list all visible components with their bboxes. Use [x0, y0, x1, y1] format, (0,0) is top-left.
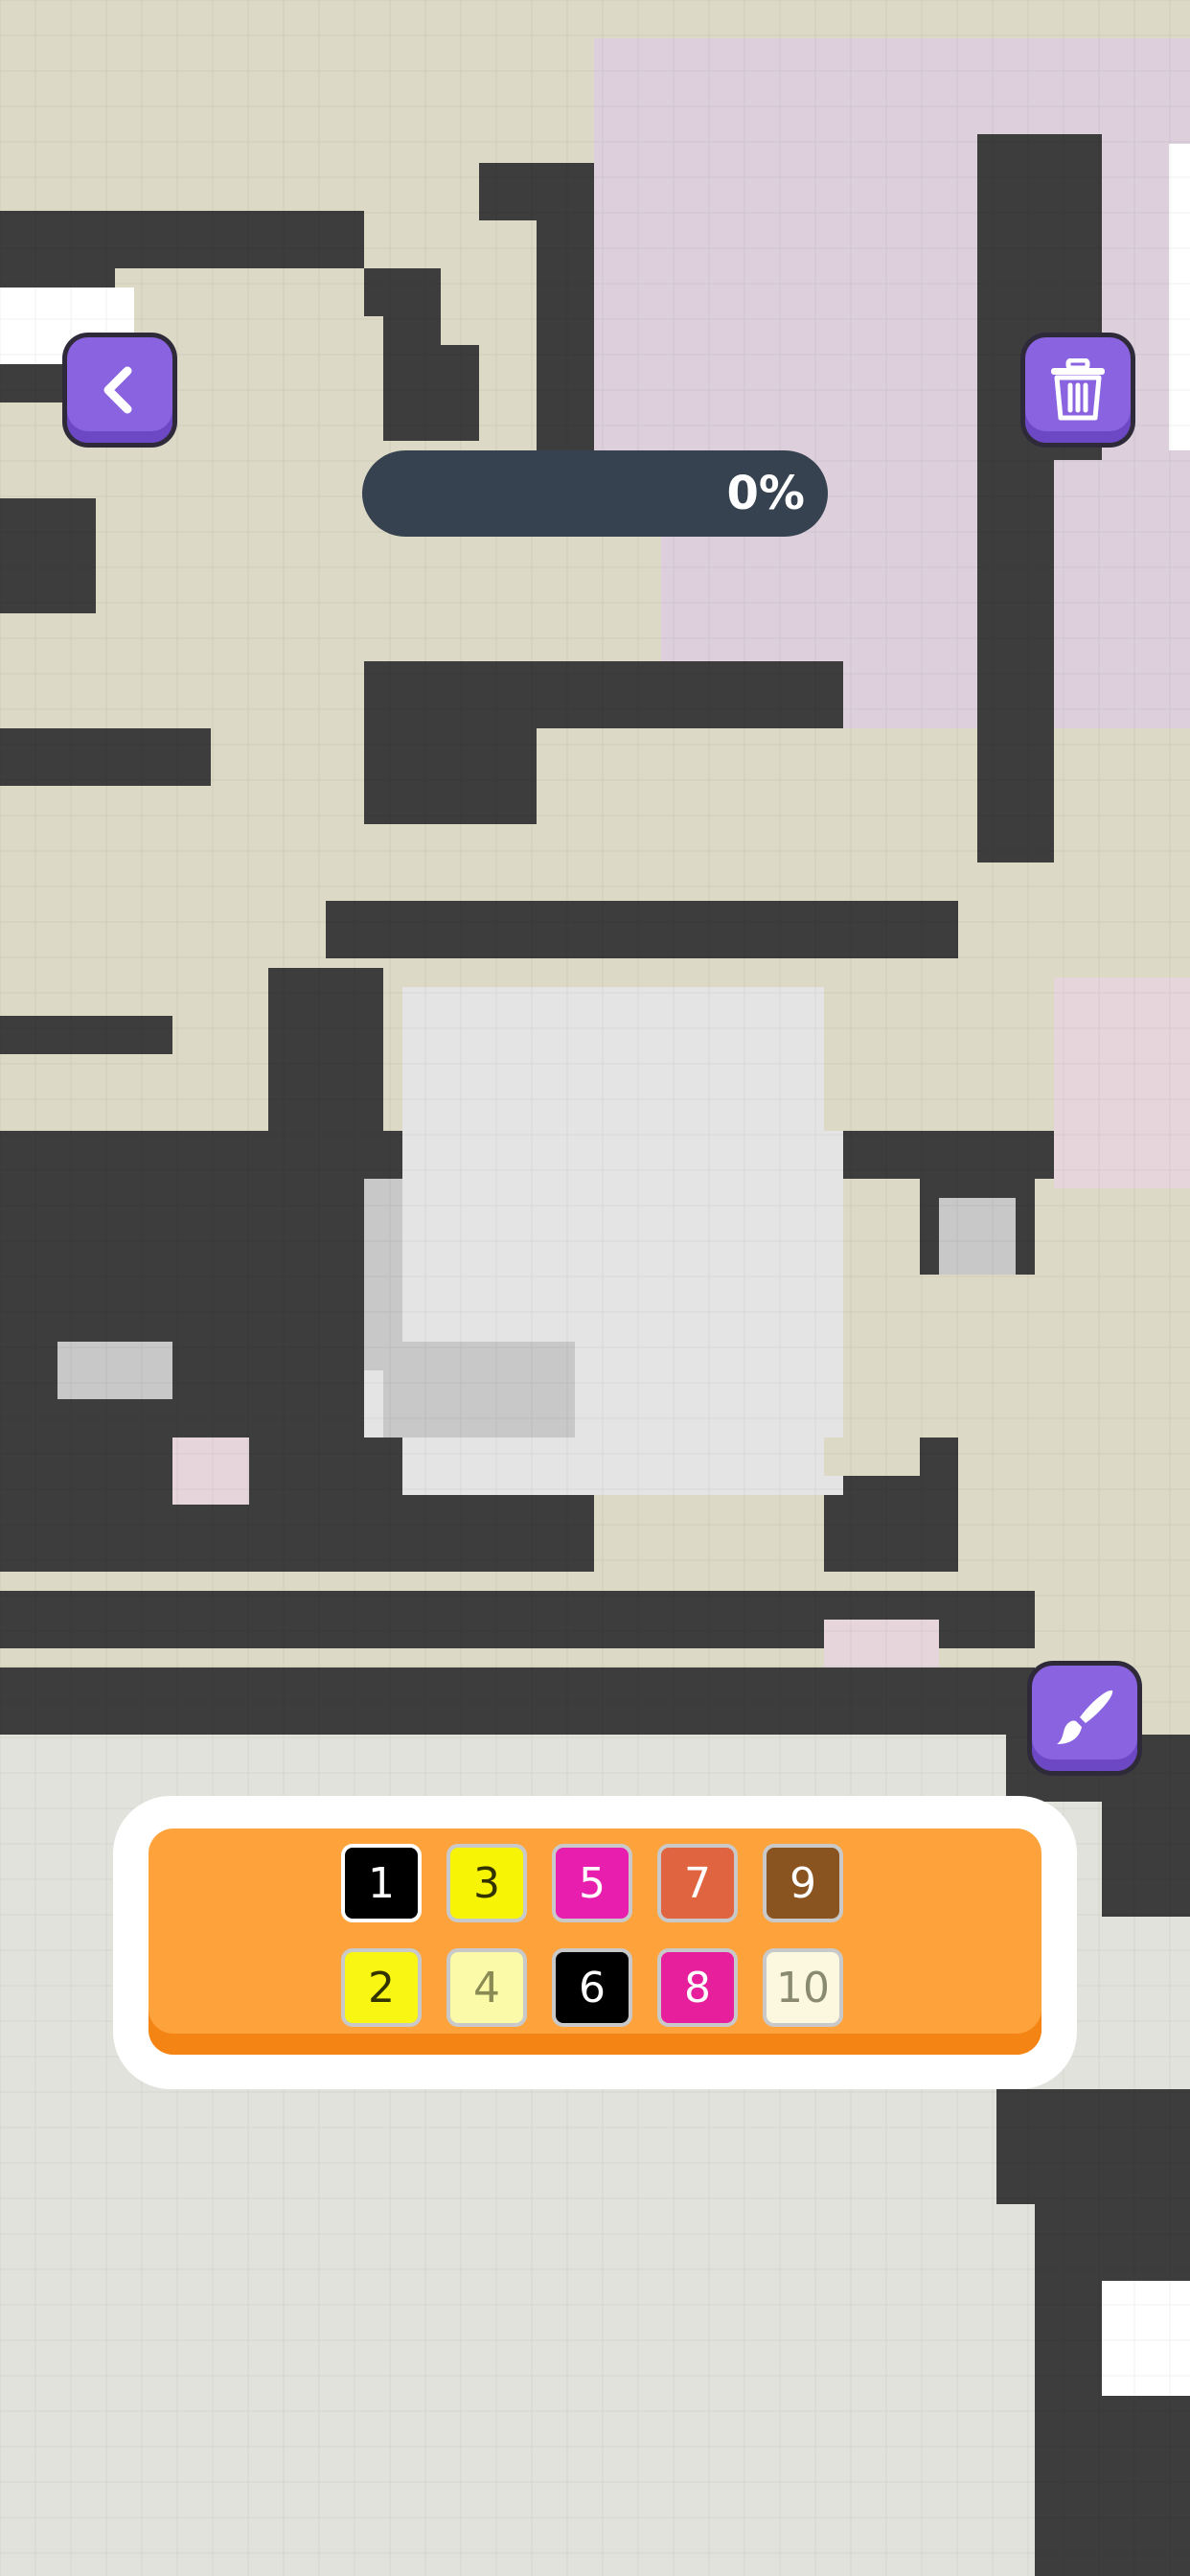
swatch-10[interactable]: 10 [763, 1948, 843, 2027]
swatch-8[interactable]: 8 [657, 1948, 738, 2027]
swatch-9[interactable]: 9 [763, 1844, 843, 1922]
trash-button[interactable] [1025, 337, 1131, 443]
swatch-6[interactable]: 6 [552, 1948, 632, 2027]
swatch-number: 5 [579, 1858, 606, 1908]
swatch-number: 8 [684, 1963, 711, 2012]
swatch-4[interactable]: 4 [446, 1948, 527, 2027]
swatch-number: 1 [368, 1858, 395, 1908]
swatch-2[interactable]: 2 [341, 1948, 422, 2027]
paintbrush-icon [1057, 1690, 1113, 1744]
swatch-number: 6 [579, 1963, 606, 2012]
swatch-number: 4 [473, 1963, 500, 2012]
trash-icon [1051, 358, 1105, 421]
progress-bar: 0% [362, 450, 828, 537]
swatch-number: 7 [684, 1858, 711, 1908]
back-button[interactable] [67, 337, 172, 443]
swatch-1[interactable]: 1 [341, 1844, 422, 1922]
swatch-number: 3 [473, 1858, 500, 1908]
swatch-3[interactable]: 3 [446, 1844, 527, 1922]
swatch-number: 10 [776, 1963, 830, 2012]
swatch-5[interactable]: 5 [552, 1844, 632, 1922]
pixel-board[interactable] [0, 0, 1190, 2576]
swatch-7[interactable]: 7 [657, 1844, 738, 1922]
brush-button[interactable] [1032, 1666, 1137, 1771]
swatch-number: 9 [790, 1858, 816, 1908]
progress-percent: 0% [726, 467, 806, 520]
color-palette: 1 3 5 7 9 2 4 6 8 10 [149, 1828, 1041, 2055]
chevron-left-icon [103, 366, 132, 414]
swatch-number: 2 [368, 1963, 395, 2012]
